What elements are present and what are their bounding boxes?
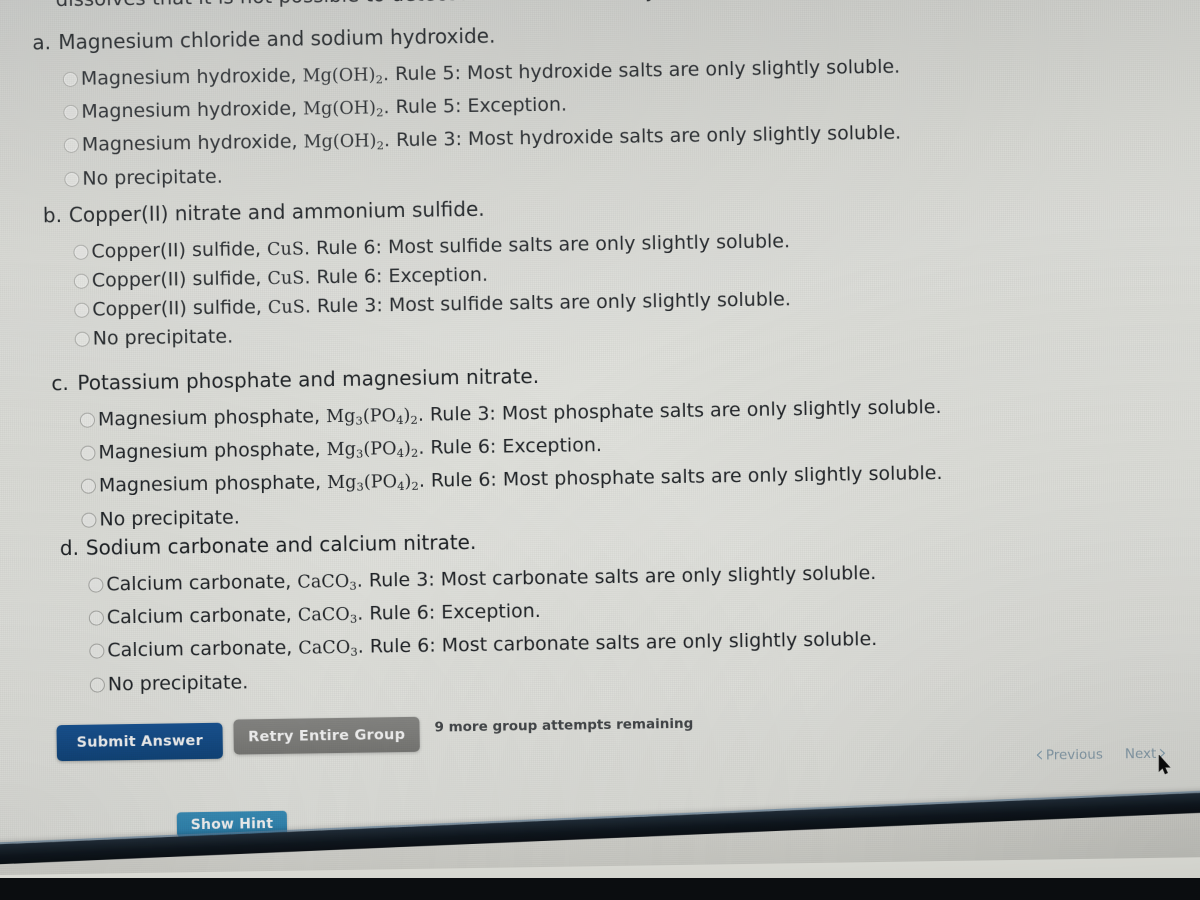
option-list-a: Magnesium hydroxide, Mg(OH)2. Rule 5: Mo…: [62, 50, 1175, 193]
chemical-formula: Mg3(PO4)2: [325, 405, 419, 428]
question-letter-a: a.: [32, 30, 52, 55]
radio-icon[interactable]: [74, 302, 90, 318]
radio-icon[interactable]: [64, 171, 80, 187]
question-letter-c: c.: [51, 370, 69, 396]
chemical-formula: Mg(OH)2: [303, 131, 385, 154]
question-prompt-c: c. Potassium phosphate and magnesium nit…: [51, 354, 1191, 395]
question-letter-d: d.: [59, 535, 80, 561]
option-label: No precipitate.: [107, 670, 249, 696]
laptop-screen-surface: dissolves that it is not possible to det…: [0, 0, 1200, 900]
option-list-b: Copper(II) sulfide, CuS. Rule 6: Most su…: [73, 222, 1185, 352]
radio-icon[interactable]: [89, 677, 105, 693]
option-label: No precipitate.: [82, 165, 223, 190]
question-text-a: Magnesium chloride and sodium hydroxide.: [58, 23, 496, 55]
option-label: Magnesium phosphate, Mg3(PO4)2. Rule 6: …: [98, 434, 603, 464]
question-text-b: Copper(II) nitrate and ammonium sulfide.: [68, 196, 485, 227]
submit-answer-button[interactable]: Submit Answer: [56, 722, 223, 762]
chemical-formula: Mg(OH)2: [302, 98, 384, 120]
chemical-formula: CuS: [267, 268, 305, 289]
option-label: No precipitate.: [99, 506, 240, 531]
radio-icon[interactable]: [80, 478, 97, 495]
radio-icon[interactable]: [73, 244, 89, 260]
photo-lower-dark-edge: [0, 878, 1200, 900]
radio-icon[interactable]: [74, 331, 90, 347]
next-label: Next: [1124, 745, 1157, 763]
chemical-formula: Mg3(PO4)2: [326, 439, 419, 462]
question-text-d: Sodium carbonate and calcium nitrate.: [85, 529, 477, 560]
radio-icon[interactable]: [89, 643, 105, 660]
radio-icon[interactable]: [79, 412, 96, 428]
radio-icon[interactable]: [63, 104, 79, 121]
option-label: No precipitate.: [92, 325, 234, 350]
chemical-formula: Mg3(PO4)2: [326, 472, 420, 495]
option-label: Magnesium hydroxide, Mg(OH)2. Rule 5: Ex…: [81, 93, 568, 123]
radio-icon[interactable]: [63, 138, 79, 154]
question-prompt-a: a. Magnesium chloride and sodium hydroxi…: [32, 14, 1172, 55]
question-group-a: a. Magnesium chloride and sodium hydroxi…: [32, 14, 1174, 196]
option-list-d: Calcium carbonate, CaCO3. Rule 3: Most c…: [88, 555, 1200, 698]
question-prompt-b: b. Copper(II) nitrate and ammonium sulfi…: [42, 186, 1183, 228]
radio-icon[interactable]: [73, 273, 89, 289]
previous-button[interactable]: ‹ Previous: [1034, 742, 1103, 768]
chemical-formula: CuS: [267, 297, 305, 318]
chevron-left-icon: ‹: [1034, 742, 1045, 768]
radio-icon[interactable]: [88, 610, 104, 626]
question-text-c: Potassium phosphate and magnesium nitrat…: [77, 363, 540, 395]
option-label: Copper(II) sulfide, CuS. Rule 6: Excepti…: [91, 263, 489, 292]
previous-label: Previous: [1045, 746, 1103, 764]
pager: ‹ Previous Next ›: [1034, 741, 1167, 768]
radio-icon[interactable]: [88, 577, 104, 593]
attempts-remaining-text: 9 more group attempts remaining: [434, 715, 694, 736]
radio-icon[interactable]: [81, 512, 97, 528]
chemical-formula: CuS: [266, 239, 305, 260]
retry-entire-group-button[interactable]: Retry Entire Group: [233, 716, 420, 755]
option-label: Calcium carbonate, CaCO3. Rule 6: Except…: [106, 600, 541, 629]
chemical-formula: Mg(OH)2: [302, 65, 384, 87]
screen-photo: dissolves that it is not possible to det…: [0, 0, 1200, 900]
question-group-d: d. Sodium carbonate and calcium nitrate.…: [60, 519, 1200, 701]
chemical-formula: CaCO3: [298, 638, 358, 660]
chemical-formula: CaCO3: [297, 571, 357, 594]
option-list-c: Magnesium phosphate, Mg3(PO4)2. Rule 3: …: [79, 390, 1194, 533]
radio-icon[interactable]: [80, 445, 96, 462]
radio-icon[interactable]: [62, 71, 78, 88]
question-letter-b: b.: [42, 203, 63, 228]
chemical-formula: CaCO3: [297, 605, 358, 627]
lead-paragraph: dissolves that it is not possible to det…: [56, 0, 676, 11]
question-group-c: c. Potassium phosphate and magnesium nit…: [51, 354, 1193, 536]
question-group-b: b. Copper(II) nitrate and ammonium sulfi…: [43, 186, 1185, 355]
mouse-cursor-icon: [1158, 755, 1171, 775]
